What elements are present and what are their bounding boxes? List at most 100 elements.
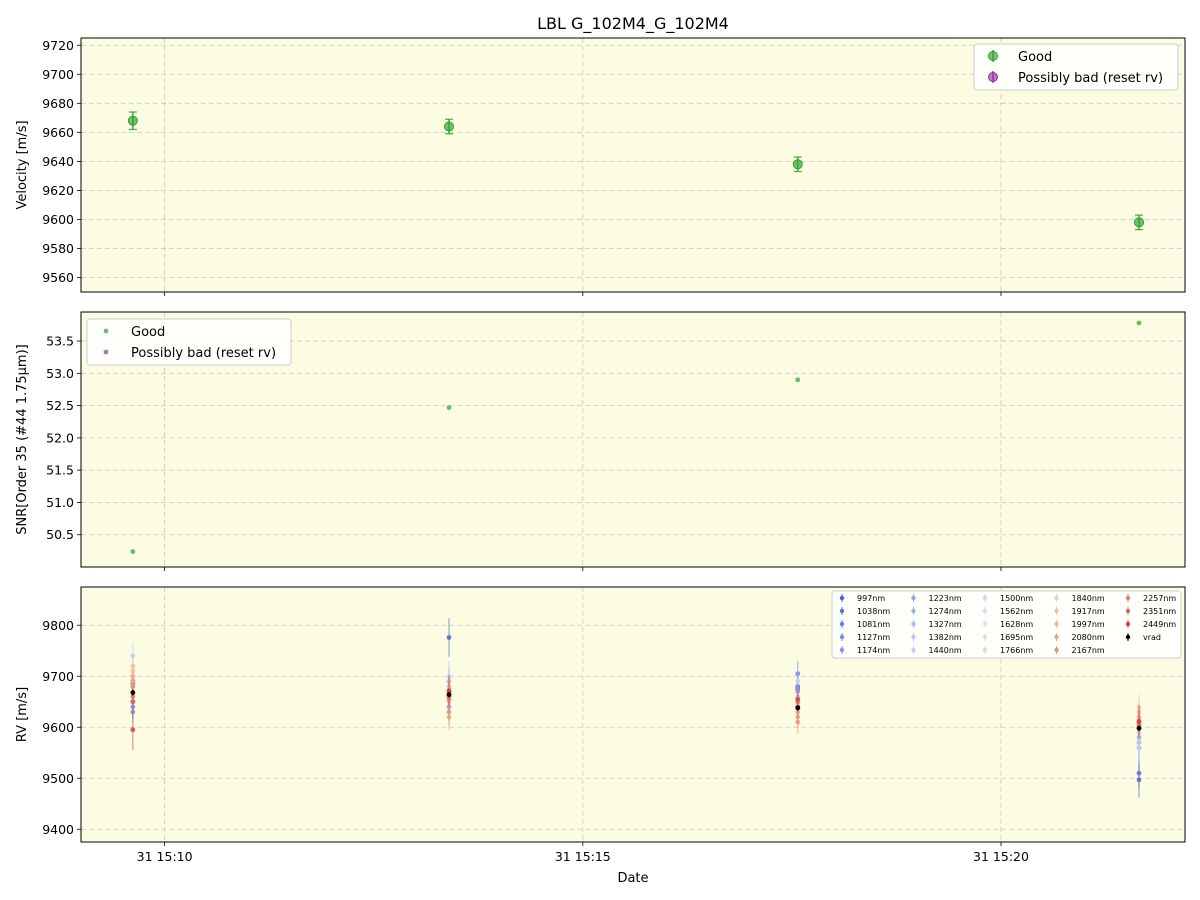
legend-marker: [982, 621, 988, 627]
legend-label: 1562nm: [1000, 607, 1033, 616]
legend-label: 1382nm: [929, 633, 962, 642]
legend-marker: [103, 328, 109, 334]
data-point-2449nm: [795, 696, 801, 702]
x-tick-label: 31 15:15: [555, 849, 611, 864]
y-tick-label: 9720: [42, 38, 74, 53]
legend-label: 1766nm: [1000, 646, 1033, 655]
legend-label: 2449nm: [1143, 620, 1176, 629]
y-tick-label: 9580: [42, 241, 74, 256]
legend-label: 1840nm: [1072, 594, 1105, 603]
legend-marker: [1054, 634, 1059, 640]
data-point-good: [127, 115, 138, 126]
y-axis-label: Velocity [m/s]: [15, 120, 30, 209]
legend-label: Possibly bad (reset rv): [1018, 71, 1163, 86]
legend-marker: [982, 634, 988, 640]
legend-label: 1081nm: [857, 620, 890, 629]
y-tick-label: 53.0: [46, 366, 74, 381]
legend-marker: [911, 595, 916, 601]
legend-marker: [982, 595, 988, 601]
data-point-vrad: [130, 690, 136, 695]
legend-label: 1127nm: [857, 633, 890, 642]
data-point-2449nm: [1136, 718, 1142, 724]
legend-label: 997nm: [857, 594, 885, 603]
legend-label: 1695nm: [1000, 633, 1033, 642]
figure: LBL G_102M4_G_102M4 9560 9580 9600 9620 9640…: [15, 14, 1186, 886]
legend-marker: [1125, 621, 1131, 627]
y-tick-label: 52.0: [46, 430, 74, 445]
data-point-1440nm: [1136, 745, 1142, 751]
data-point-1440nm: [795, 678, 801, 684]
data-point-good: [444, 121, 454, 132]
legend-marker: [911, 621, 916, 627]
legend-marker: [1125, 608, 1131, 614]
x-axis-label: Date: [617, 871, 648, 886]
legend-marker: [988, 51, 998, 61]
legend-label: 1917nm: [1072, 607, 1105, 616]
legend-marker: [1054, 647, 1059, 653]
legend-label: 1274nm: [929, 607, 962, 616]
legend-marker: [839, 595, 845, 601]
legend-marker: [1054, 621, 1059, 627]
data-point-vrad: [1136, 725, 1142, 731]
legend-label: 2167nm: [1072, 646, 1105, 655]
x-tick-label: 31 15:10: [137, 849, 193, 864]
legend-label: 1500nm: [1000, 594, 1033, 603]
legend-label: 1223nm: [929, 594, 962, 603]
data-point-good: [446, 405, 452, 410]
data-point-997nm: [446, 635, 452, 640]
y-tick-label: 9700: [42, 669, 74, 684]
legend-label: Good: [1018, 50, 1052, 65]
legend-label: 2351nm: [1143, 607, 1176, 616]
y-tick-label: 9560: [42, 270, 74, 285]
legend-label: 2080nm: [1072, 633, 1105, 642]
legend-label: vrad: [1143, 633, 1161, 642]
x-tick-label: 31 15:20: [973, 849, 1029, 864]
legend-marker: [988, 72, 998, 82]
legend-marker: [911, 634, 916, 640]
legend-marker: [839, 634, 845, 640]
y-tick-label: 51.0: [46, 495, 74, 510]
y-axis-label: SNR[Order 35 (#44 1.75μm)]: [15, 344, 30, 535]
data-point-2167nm: [795, 719, 801, 725]
y-tick-label: 51.5: [46, 463, 74, 478]
legend-marker: [911, 647, 916, 653]
y-tick-label: 9700: [42, 67, 74, 82]
legend-marker: [839, 647, 845, 653]
y-tick-label: 9620: [42, 183, 74, 198]
legend-label: 1997nm: [1072, 620, 1105, 629]
legend-label: Good: [131, 325, 165, 340]
chart-title: LBL G_102M4_G_102M4: [537, 14, 729, 34]
data-point-1038nm: [1136, 770, 1142, 776]
legend-marker: [1054, 595, 1059, 601]
rv-panel: 9400 9500 9600 9700 9800 31 15:10 31 15:15 31 1…: [15, 586, 1186, 864]
y-tick-label: 9600: [42, 720, 74, 735]
legend-marker: [1054, 608, 1059, 614]
y-tick-label: 52.5: [46, 398, 74, 413]
legend-label: 1038nm: [857, 607, 890, 616]
data-point-good: [795, 377, 801, 383]
data-point-vrad: [446, 692, 452, 698]
data-point-good: [130, 549, 136, 554]
snr-panel: 50.5 51.0 51.5 52.0 52.5 53.0 53.5 SNR[Order 35…: [15, 311, 1186, 571]
y-tick-label: 9660: [42, 125, 74, 140]
data-point-2351nm: [130, 699, 136, 705]
y-tick-label: 9500: [42, 771, 74, 786]
legend-marker: [1125, 595, 1131, 601]
data-point-vrad: [795, 705, 801, 711]
legend-label: 1174nm: [857, 646, 890, 655]
legend-marker: [103, 349, 109, 355]
y-tick-label: 9600: [42, 212, 74, 227]
legend-label: 2257nm: [1143, 594, 1176, 603]
legend-marker: [911, 608, 916, 614]
legend-label: Possibly bad (reset rv): [131, 346, 276, 361]
legend-marker: [982, 647, 988, 653]
legend-marker: [982, 608, 988, 614]
legend-marker: [1125, 634, 1131, 640]
legend-marker: [839, 608, 845, 614]
legend-label: 1440nm: [929, 646, 962, 655]
y-tick-label: 9400: [42, 822, 74, 837]
velocity-panel: 9560 9580 9600 9620 9640 9660 9680 9700 9720 Velo…: [15, 37, 1186, 296]
data-point-2449nm: [130, 727, 136, 733]
y-tick-label: 50.5: [46, 527, 74, 542]
data-point-good: [792, 159, 803, 170]
